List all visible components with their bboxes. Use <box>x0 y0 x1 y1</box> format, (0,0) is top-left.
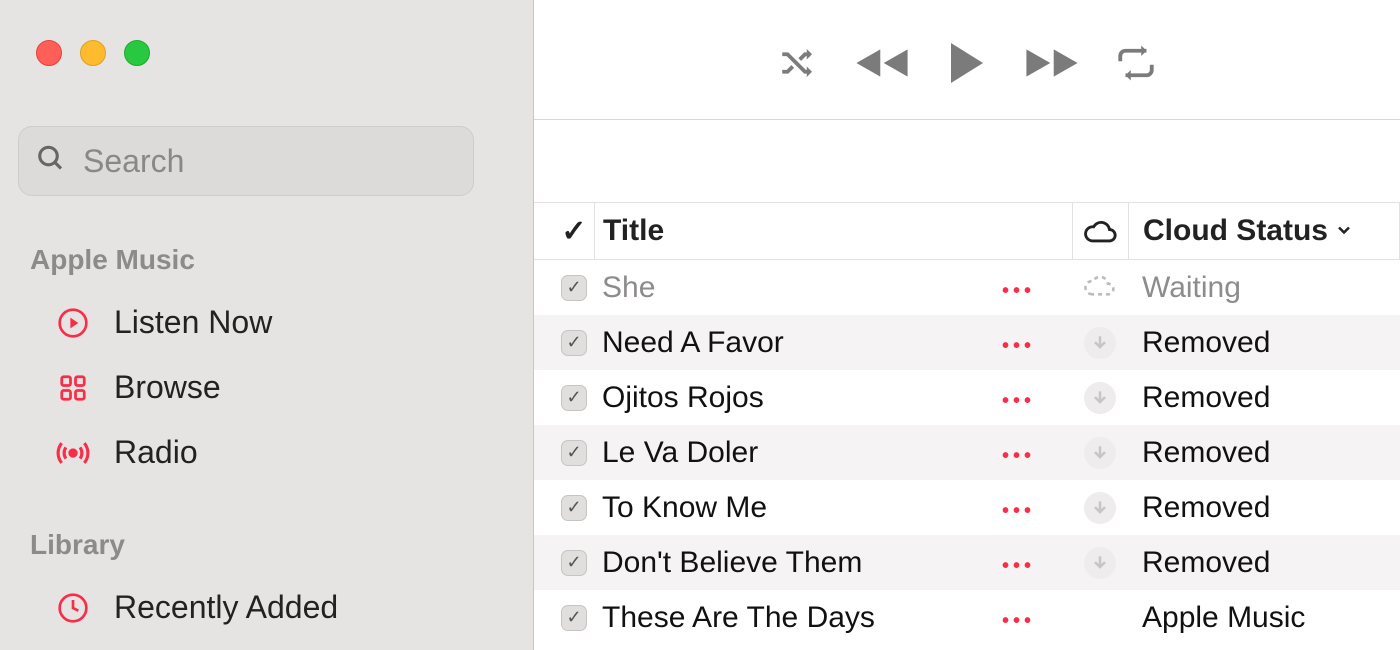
table-row[interactable]: ✓ Le Va Doler••• Removed <box>534 425 1400 480</box>
song-title: These Are The Days <box>594 590 1002 645</box>
row-checkbox[interactable]: ✓ <box>561 605 587 631</box>
cloud-status-cell: Apple Music <box>1128 590 1400 645</box>
cloud-status-cell: Removed <box>1128 480 1400 535</box>
table-row[interactable]: ✓ Ojitos Rojos••• Removed <box>534 370 1400 425</box>
chevron-down-icon <box>1334 214 1354 248</box>
more-options-button[interactable]: ••• <box>1002 555 1035 577</box>
minimize-window-button[interactable] <box>80 40 106 66</box>
rewind-button[interactable] <box>853 41 911 85</box>
download-icon[interactable] <box>1084 547 1116 579</box>
cloud-status-cell: Removed <box>1128 535 1400 590</box>
zoom-window-button[interactable] <box>124 40 150 66</box>
more-options-button[interactable]: ••• <box>1002 390 1035 412</box>
column-header-cloud-status[interactable]: Cloud Status <box>1128 203 1400 259</box>
download-icon[interactable] <box>1084 382 1116 414</box>
cloud-waiting-icon <box>1084 271 1116 305</box>
search-icon <box>36 144 66 179</box>
table-header: ✓ Title Cloud Status <box>534 202 1400 260</box>
song-title: To Know Me <box>594 480 1002 535</box>
song-title: Le Va Doler <box>594 425 1002 480</box>
table-row[interactable]: ✓ To Know Me••• Removed <box>534 480 1400 535</box>
column-header-cloud-icon[interactable] <box>1072 203 1128 259</box>
fast-forward-button[interactable] <box>1023 41 1081 85</box>
row-checkbox[interactable]: ✓ <box>561 385 587 411</box>
more-options-button[interactable]: ••• <box>1002 610 1035 632</box>
sidebar-item-label: Radio <box>114 434 198 471</box>
download-icon[interactable] <box>1084 492 1116 524</box>
grid-icon <box>56 371 90 405</box>
search-input[interactable] <box>18 126 474 196</box>
sidebar: Apple Music Listen Now Browse Radio Libr… <box>0 0 534 650</box>
cloud-status-cell: Waiting <box>1128 260 1400 315</box>
sidebar-item-label: Listen Now <box>114 304 272 341</box>
repeat-button[interactable] <box>1115 42 1157 84</box>
main-content: ✓ Title Cloud Status ✓She•••Waiting✓Need… <box>534 0 1400 650</box>
close-window-button[interactable] <box>36 40 62 66</box>
row-checkbox[interactable]: ✓ <box>561 275 587 301</box>
radio-icon <box>56 436 90 470</box>
column-header-title[interactable]: Title <box>594 203 1002 259</box>
more-options-button[interactable]: ••• <box>1002 335 1035 357</box>
clock-icon <box>56 591 90 625</box>
sidebar-item-label: Browse <box>114 369 221 406</box>
row-checkbox[interactable]: ✓ <box>561 330 587 356</box>
sidebar-section-apple-music: Apple Music <box>0 236 533 290</box>
row-checkbox[interactable]: ✓ <box>561 495 587 521</box>
song-title: She <box>594 260 1002 315</box>
sidebar-item-radio[interactable]: Radio <box>0 420 533 485</box>
play-circle-icon <box>56 306 90 340</box>
more-options-button[interactable]: ••• <box>1002 445 1035 467</box>
download-icon[interactable] <box>1084 437 1116 469</box>
table-row[interactable]: ✓ These Are The Days••• Apple Music <box>534 590 1400 645</box>
sidebar-item-listen-now[interactable]: Listen Now <box>0 290 533 355</box>
shuffle-button[interactable] <box>777 42 819 84</box>
search-wrap <box>18 126 505 196</box>
column-header-check[interactable]: ✓ <box>534 214 594 249</box>
table-row[interactable]: ✓ She••• Waiting <box>534 260 1400 315</box>
sidebar-item-browse[interactable]: Browse <box>0 355 533 420</box>
cloud-status-cell: Removed <box>1128 370 1400 425</box>
more-options-button[interactable]: ••• <box>1002 500 1035 522</box>
table-row[interactable]: ✓ Need A Favor••• Removed <box>534 315 1400 370</box>
row-checkbox[interactable]: ✓ <box>561 550 587 576</box>
sidebar-item-recently-added[interactable]: Recently Added <box>0 575 533 640</box>
sidebar-item-label: Recently Added <box>114 589 338 626</box>
song-title: Don't Believe Them <box>594 535 1002 590</box>
download-icon[interactable] <box>1084 327 1116 359</box>
song-table-body: ✓She•••Waiting✓Need A Favor•••Removed✓Oj… <box>534 260 1400 645</box>
sidebar-section-library: Library <box>0 521 533 575</box>
more-options-button[interactable]: ••• <box>1002 280 1035 302</box>
window-controls <box>0 40 533 66</box>
playback-toolbar <box>534 0 1400 120</box>
cloud-status-cell: Removed <box>1128 425 1400 480</box>
play-button[interactable] <box>945 39 989 87</box>
row-checkbox[interactable]: ✓ <box>561 440 587 466</box>
table-row[interactable]: ✓ Don't Believe Them••• Removed <box>534 535 1400 590</box>
song-title: Ojitos Rojos <box>594 370 1002 425</box>
song-title: Need A Favor <box>594 315 1002 370</box>
cloud-status-cell: Removed <box>1128 315 1400 370</box>
